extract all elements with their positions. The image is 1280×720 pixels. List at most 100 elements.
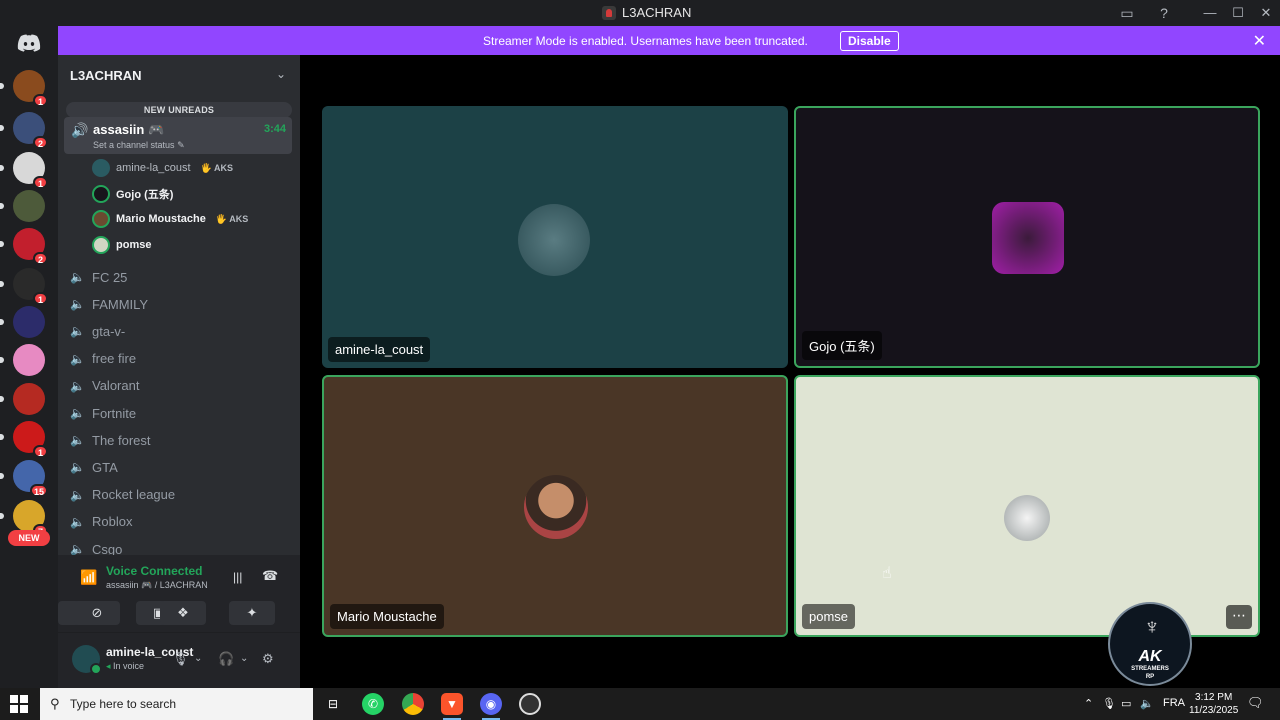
channel-name: free fire xyxy=(92,351,137,367)
server-icon[interactable]: 1 xyxy=(0,152,48,189)
voice-user-tag: 🖐 AKS xyxy=(215,213,249,224)
streamer-mode-banner: Streamer Mode is enabled. Usernames have… xyxy=(58,26,1280,55)
discord-home-icon[interactable] xyxy=(14,34,44,56)
tray-microphone-icon[interactable]: 🎙 xyxy=(1102,697,1116,710)
avatar xyxy=(92,159,110,177)
avatar xyxy=(92,210,110,228)
channel-timer: 3:44 xyxy=(263,123,286,135)
server-icon[interactable]: 1 xyxy=(0,268,48,305)
audio-options-chevron-icon[interactable]: ⌄ xyxy=(240,653,248,664)
brave-browser-icon[interactable]: ▼ xyxy=(441,693,463,720)
guild-header[interactable]: L3ACHRAN ⌄ xyxy=(58,55,300,95)
server-icon[interactable]: 1 xyxy=(0,421,48,458)
voice-channel-item[interactable]: 🔈 The forest xyxy=(70,428,151,452)
channel-name: Valorant xyxy=(92,378,140,394)
settings-gear-icon[interactable]: ⚙ xyxy=(262,651,274,667)
watermark-main-text: AK xyxy=(1138,648,1162,665)
voice-user[interactable]: Gojo (五条) xyxy=(92,183,173,205)
obs-icon[interactable] xyxy=(519,693,541,715)
window-title-text: L3ACHRAN xyxy=(622,5,692,20)
channel-status[interactable]: Set a channel status ✎ xyxy=(93,140,185,151)
tray-chevron-up-icon[interactable]: ⌃ xyxy=(1084,697,1093,710)
server-icon[interactable]: 7 xyxy=(0,500,48,537)
participant-tile[interactable]: Gojo (五条) xyxy=(794,106,1260,368)
voice-channel-item[interactable]: 🔈 GTA xyxy=(70,455,118,479)
close-window-button[interactable]: ✕ xyxy=(1254,3,1278,23)
voice-user[interactable]: pomse xyxy=(92,234,151,256)
participant-tile[interactable]: Mario Moustache xyxy=(322,375,788,637)
activities-button[interactable]: ❖ xyxy=(160,601,206,625)
voice-channel-item[interactable]: 🔈 Roblox xyxy=(70,510,132,534)
headphones-icon[interactable]: 🎧 xyxy=(218,651,234,667)
discord-taskbar-icon[interactable]: ◉ xyxy=(480,693,502,720)
avatar[interactable] xyxy=(72,645,102,675)
voice-channel-item[interactable]: 🔈 Valorant xyxy=(70,374,139,398)
close-banner-icon[interactable]: ✕ xyxy=(1253,31,1266,51)
eagle-logo-icon: ♆ xyxy=(1143,614,1161,639)
server-icon[interactable] xyxy=(0,383,45,415)
speaker-icon: 🔈 xyxy=(70,460,85,475)
chevron-down-icon[interactable]: ⌄ xyxy=(276,67,286,81)
new-unreads-pill[interactable]: NEW UNREADS xyxy=(66,102,292,118)
language-indicator[interactable]: FRA xyxy=(1163,697,1185,709)
microphone-icon[interactable]: 🎙 xyxy=(172,651,189,667)
voice-user[interactable]: Mario Moustache 🖐 AKS xyxy=(92,208,248,230)
server-icon[interactable] xyxy=(0,190,45,222)
noise-suppression-icon[interactable]: ||| xyxy=(233,570,242,584)
server-icon[interactable]: 2 xyxy=(0,112,48,149)
windows-start-icon[interactable] xyxy=(10,695,28,713)
disable-streamer-mode-button[interactable]: Disable xyxy=(840,31,899,51)
participant-name-label: Gojo (五条) xyxy=(802,331,882,360)
taskbar-clock[interactable]: 3:12 PM 11/23/2025 xyxy=(1189,691,1238,717)
mic-options-chevron-icon[interactable]: ⌄ xyxy=(194,653,202,664)
new-servers-pill[interactable]: NEW xyxy=(8,530,50,546)
active-voice-channel[interactable]: 🔊 assasiin 🎮 3:44 Set a channel status ✎ xyxy=(64,117,292,154)
camera-off-button-2[interactable]: ⊘ xyxy=(74,601,120,625)
more-options-button[interactable]: ⋯ xyxy=(1226,605,1252,629)
voice-channel-item[interactable]: 🔈 Fortnite xyxy=(70,401,136,425)
server-icon[interactable] xyxy=(0,306,45,338)
minimize-button[interactable]: — xyxy=(1198,3,1222,23)
help-icon[interactable]: ? xyxy=(1155,4,1173,22)
signal-icon[interactable]: 📶 xyxy=(80,569,97,586)
avatar xyxy=(524,475,588,539)
server-icon[interactable]: 2 xyxy=(0,228,48,265)
voice-connected-status[interactable]: Voice Connected xyxy=(106,564,202,578)
notifications-icon[interactable]: 🗨 xyxy=(1247,695,1264,711)
voice-user[interactable]: amine-la_coust 🖐 AKS xyxy=(92,157,233,179)
user-panel: amine-la_coust ◂ In voice 🎙 ⌄ 🎧 ⌄ ⚙ xyxy=(58,633,300,688)
voice-channel-item[interactable]: 🔈 FC 25 xyxy=(70,265,127,289)
clock-date: 11/23/2025 xyxy=(1189,705,1239,716)
windows-taskbar: ⚲ Type here to search ⊟ ✆ ▼ ◉ ⌃ 🎙 ▭ 🔈 FR… xyxy=(0,688,1280,720)
speaker-icon: 🔈 xyxy=(70,351,85,366)
maximize-button[interactable]: ☐ xyxy=(1226,3,1250,23)
ak-streamers-watermark-logo: ♆ AK STREAMERS RP xyxy=(1108,602,1192,686)
watermark-sub2-text: RP xyxy=(1145,674,1155,680)
server-icon[interactable] xyxy=(0,344,45,376)
server-avatar xyxy=(13,383,45,415)
whatsapp-icon[interactable]: ✆ xyxy=(362,693,384,715)
speaker-icon: 🔊 xyxy=(71,122,89,138)
disconnect-icon[interactable]: ☎ xyxy=(262,568,278,584)
server-icon[interactable]: 15 xyxy=(0,460,48,497)
volume-icon[interactable]: 🔈 xyxy=(1140,697,1154,710)
soundboard-button[interactable]: ✦ xyxy=(229,601,275,625)
voice-channel-item[interactable]: 🔈 gta-v- xyxy=(70,319,125,343)
voice-channel-item[interactable]: 🔈 FAMMILY xyxy=(70,292,148,316)
network-icon[interactable]: ▭ xyxy=(1121,697,1131,710)
chrome-icon[interactable] xyxy=(402,693,424,715)
inbox-icon[interactable]: ▭ xyxy=(1118,4,1136,22)
voice-channel-item[interactable]: 🔈 Rocket league xyxy=(70,483,175,507)
taskbar-search-box[interactable]: ⚲ Type here to search xyxy=(40,688,313,720)
server-icon[interactable]: 1 xyxy=(0,70,48,107)
search-icon: ⚲ xyxy=(50,696,60,711)
participant-tile[interactable]: amine-la_coust xyxy=(322,106,788,368)
voice-channel-item[interactable]: 🔈 free fire xyxy=(70,347,136,371)
voice-location[interactable]: assasiin 🎮 / L3ACHRAN xyxy=(106,580,208,591)
participant-tile[interactable]: pomse ⋯ xyxy=(794,375,1260,637)
speaker-icon: 🔈 xyxy=(70,406,85,420)
task-view-icon[interactable]: ⊟ xyxy=(322,693,344,715)
channel-name: Roblox xyxy=(92,514,133,530)
avatar xyxy=(518,204,590,276)
participant-name-label: amine-la_coust xyxy=(328,337,431,362)
